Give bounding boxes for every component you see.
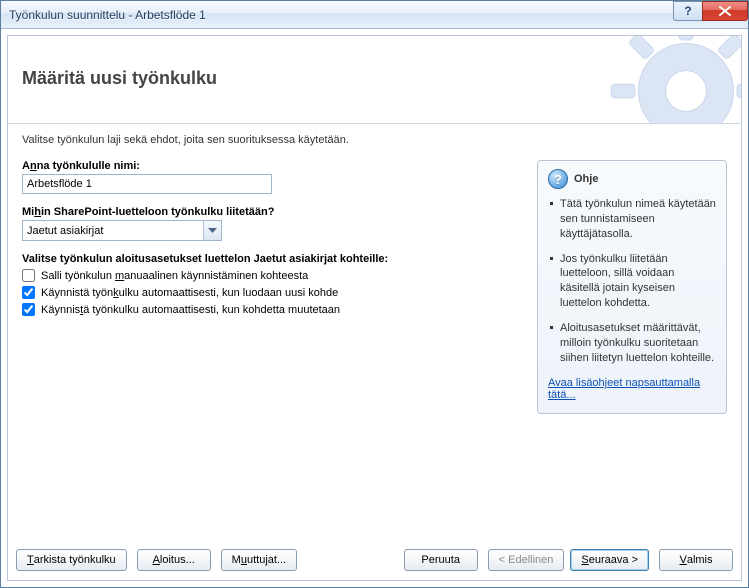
workflow-name-input[interactable]: [22, 174, 272, 194]
page-title: Määritä uusi työnkulku: [22, 68, 217, 89]
finish-button[interactable]: Valmis: [659, 549, 733, 571]
banner: Määritä uusi työnkulku: [8, 36, 741, 124]
checkbox-auto-change-label: Käynnistä työnkulku automaattisesti, kun…: [41, 304, 340, 316]
button-row: Tarkista työnkulku Aloitus... Muuttujat.…: [8, 540, 741, 580]
start-settings-heading: Valitse työnkulun aloitusasetukset luett…: [22, 253, 523, 265]
check-workflow-button[interactable]: Tarkista työnkulku: [16, 549, 127, 571]
checkbox-auto-new-label: Käynnistä työnkulku automaattisesti, kun…: [41, 287, 338, 299]
chevron-down-icon[interactable]: [203, 221, 221, 240]
intro-text: Valitse työnkulun laji sekä ehdot, joita…: [22, 134, 727, 146]
checkbox-manual-start[interactable]: Salli työnkulun manuaalinen käynnistämin…: [22, 269, 523, 282]
close-button[interactable]: [702, 1, 748, 21]
help-panel-header: ? Ohje: [548, 169, 716, 189]
variables-button[interactable]: Muuttujat...: [221, 549, 297, 571]
checkbox-auto-new-input[interactable]: [22, 286, 35, 299]
content-frame: Määritä uusi työnkulku: [1, 29, 748, 587]
checkbox-auto-new[interactable]: Käynnistä työnkulku automaattisesti, kun…: [22, 286, 523, 299]
left-column: Anna työnkululle nimi: Mihin SharePoint-…: [22, 160, 523, 320]
init-button[interactable]: Aloitus...: [137, 549, 211, 571]
content-inner: Määritä uusi työnkulku: [7, 35, 742, 581]
gear-icon: [601, 36, 741, 124]
checkbox-manual-start-input[interactable]: [22, 269, 35, 282]
list-combobox[interactable]: Jaetut asiakirjat: [22, 220, 222, 241]
columns: Anna työnkululle nimi: Mihin SharePoint-…: [22, 160, 727, 540]
titlebar: Työnkulun suunnittelu - Arbetsflöde 1 ?: [1, 1, 748, 29]
checkbox-manual-start-label: Salli työnkulun manuaalinen käynnistämin…: [41, 270, 308, 282]
help-button[interactable]: ?: [673, 1, 703, 21]
help-list: Tätä työnkulun nimeä käytetään sen tunni…: [548, 197, 716, 365]
wizard-window: Työnkulun suunnittelu - Arbetsflöde 1 ? …: [0, 0, 749, 588]
help-panel: ? Ohje Tätä työnkulun nimeä käytetään se…: [537, 160, 727, 414]
checkbox-auto-change[interactable]: Käynnistä työnkulku automaattisesti, kun…: [22, 303, 523, 316]
help-item: Aloitusasetukset määrittävät, milloin ty…: [548, 321, 716, 366]
list-combobox-value: Jaetut asiakirjat: [23, 225, 203, 237]
list-label: Mihin SharePoint-luetteloon työnkulku li…: [22, 206, 523, 218]
next-button[interactable]: Seuraava >: [570, 549, 649, 571]
help-more-link[interactable]: Avaa lisäohjeet napsauttamalla tätä...: [548, 377, 716, 401]
body-area: Valitse työnkulun laji sekä ehdot, joita…: [8, 124, 741, 540]
checkbox-auto-change-input[interactable]: [22, 303, 35, 316]
cancel-button[interactable]: Peruuta: [404, 549, 478, 571]
help-icon: ?: [548, 169, 568, 189]
help-panel-column: ? Ohje Tätä työnkulun nimeä käytetään se…: [537, 160, 727, 414]
help-title: Ohje: [574, 173, 598, 185]
help-item: Jos työnkulku liitetään luetteloon, sill…: [548, 252, 716, 311]
window-title: Työnkulun suunnittelu - Arbetsflöde 1: [9, 8, 206, 22]
back-button[interactable]: < Edellinen: [488, 549, 565, 571]
name-label: Anna työnkululle nimi:: [22, 160, 523, 172]
help-item: Tätä työnkulun nimeä käytetään sen tunni…: [548, 197, 716, 242]
titlebar-buttons: ?: [674, 1, 748, 21]
